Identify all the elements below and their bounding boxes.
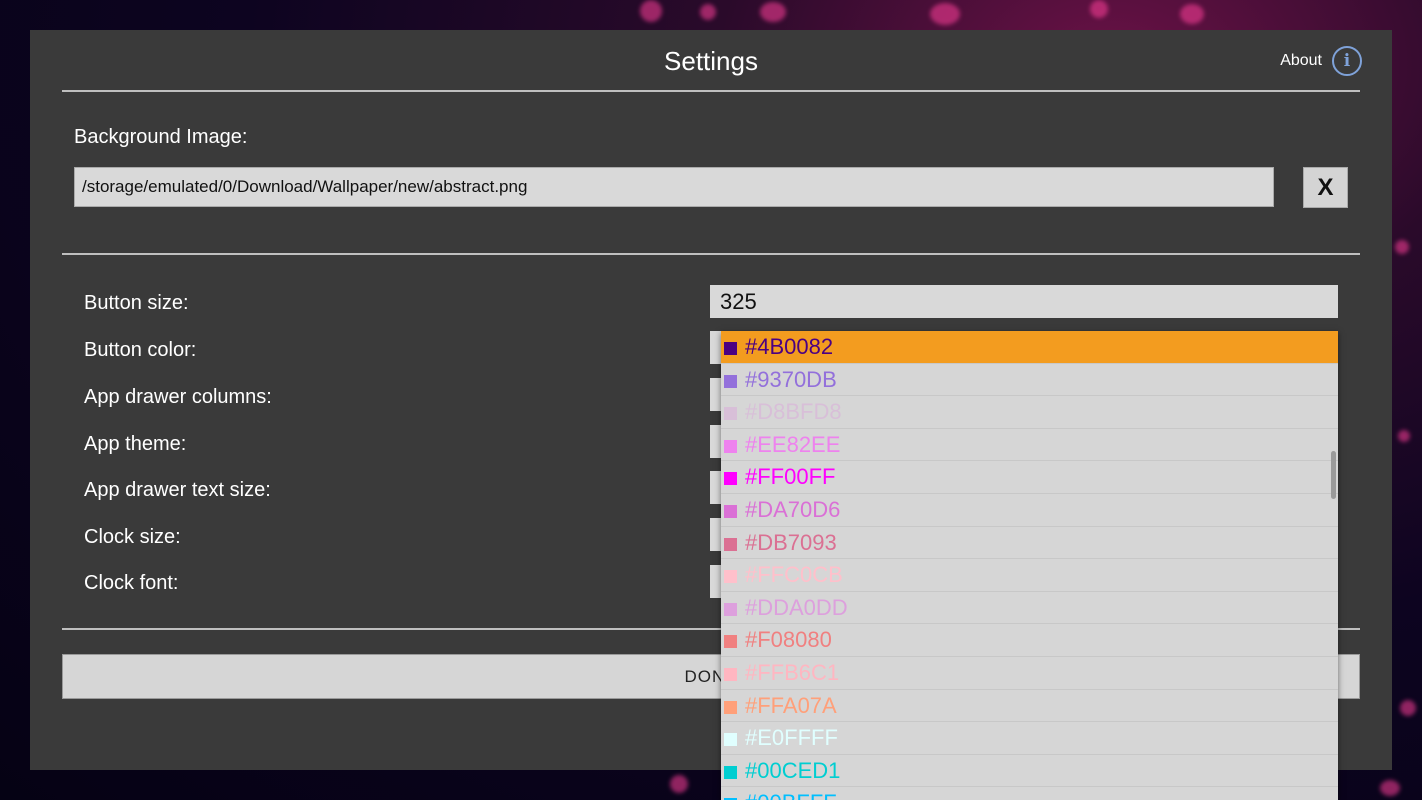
color-option-label: #D8BFD8 xyxy=(745,399,842,425)
color-swatch xyxy=(724,374,737,388)
color-swatch xyxy=(724,342,737,355)
color-option[interactable]: #00CED1 xyxy=(721,755,1338,788)
color-option-label: #DB7093 xyxy=(745,529,837,555)
color-option-label: #FF00FF xyxy=(745,464,836,490)
dropdown-scrollbar[interactable] xyxy=(1331,451,1336,499)
color-swatch xyxy=(724,635,737,649)
app-drawer-text-size-label: App drawer text size: xyxy=(84,479,271,501)
clock-font-label: Clock font: xyxy=(84,572,179,594)
clock-size-label: Clock size: xyxy=(84,526,181,548)
divider xyxy=(62,90,1360,92)
app-drawer-columns-label: App drawer columns: xyxy=(84,386,272,408)
color-option-label: #4B0082 xyxy=(745,334,834,359)
color-option-label: #FFC0CB xyxy=(745,562,843,588)
color-option-label: #E0FFFF xyxy=(745,725,838,751)
color-swatch xyxy=(724,570,737,584)
color-option[interactable]: #FFC0CB xyxy=(721,559,1338,592)
about-link[interactable]: About xyxy=(1280,52,1322,70)
button-size-input[interactable]: 325 xyxy=(710,285,1338,318)
color-option[interactable]: #00BFFF xyxy=(721,787,1338,800)
color-swatch xyxy=(724,667,737,681)
app-theme-label: App theme: xyxy=(84,433,187,455)
color-option[interactable]: #9370DB xyxy=(721,364,1338,397)
button-color-label: Button color: xyxy=(84,339,197,361)
color-option-label: #EE82EE xyxy=(745,431,841,457)
color-option-label: #FFB6C1 xyxy=(745,659,840,685)
color-option[interactable]: #FFA07A xyxy=(721,690,1338,723)
color-option[interactable]: #DA70D6 xyxy=(721,494,1338,527)
color-swatch xyxy=(724,765,737,779)
background-image-label: Background Image: xyxy=(74,126,248,148)
color-option[interactable]: #FF00FF xyxy=(721,461,1338,494)
color-option[interactable]: #F08080 xyxy=(721,624,1338,657)
clear-background-button[interactable]: X xyxy=(1303,167,1348,208)
color-option-label: #DDA0DD xyxy=(745,594,848,620)
color-option[interactable]: #EE82EE xyxy=(721,429,1338,462)
info-icon[interactable]: i xyxy=(1332,46,1362,76)
button-size-label: Button size: xyxy=(84,292,189,314)
color-swatch xyxy=(724,733,737,747)
color-option-label: #00BFFF xyxy=(745,790,837,800)
color-swatch xyxy=(724,439,737,453)
color-option[interactable]: #E0FFFF xyxy=(721,722,1338,755)
color-swatch xyxy=(724,537,737,551)
color-swatch xyxy=(724,472,737,486)
color-option-label: #F08080 xyxy=(745,627,832,653)
page-title: Settings xyxy=(664,46,758,76)
color-option[interactable]: #DDA0DD xyxy=(721,592,1338,625)
color-swatch xyxy=(724,407,737,421)
color-option-label: #FFA07A xyxy=(745,692,837,718)
color-option[interactable]: #4B0082 xyxy=(721,331,1338,364)
color-option[interactable]: #D8BFD8 xyxy=(721,396,1338,429)
color-swatch xyxy=(724,602,737,616)
button-color-dropdown[interactable]: #4B0082 #9370DB #D8BFD8 #EE82EE #FF00FF #DA70… xyxy=(721,331,1338,800)
color-swatch xyxy=(724,504,737,518)
color-option-label: #DA70D6 xyxy=(745,496,841,522)
color-swatch xyxy=(724,700,737,714)
color-option-label: #00CED1 xyxy=(745,757,841,783)
background-image-path-field[interactable]: /storage/emulated/0/Download/Wallpaper/n… xyxy=(74,167,1274,207)
divider xyxy=(62,253,1360,255)
color-option[interactable]: #FFB6C1 xyxy=(721,657,1338,690)
color-option[interactable]: #DB7093 xyxy=(721,527,1338,560)
color-option-label: #9370DB xyxy=(745,366,837,392)
